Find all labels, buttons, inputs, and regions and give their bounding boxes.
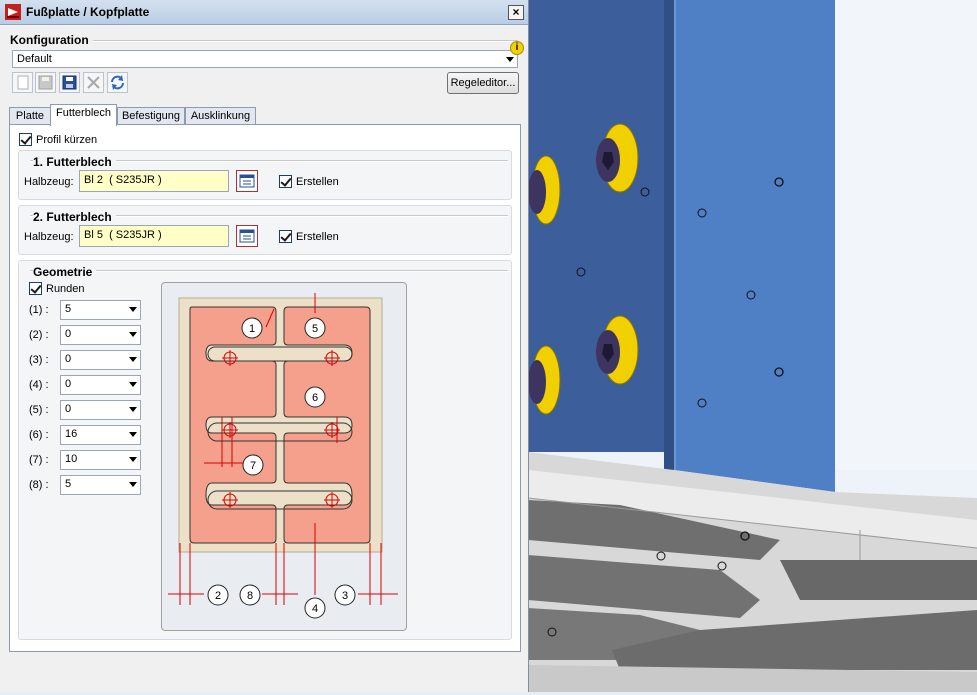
erstellen2-label: Erstellen: [296, 231, 339, 243]
halbzeug1-field[interactable]: Bl 2 ( S235JR ): [79, 170, 229, 192]
refresh-icon: [111, 75, 124, 90]
runden-label: Runden: [46, 283, 85, 295]
runden-checkbox[interactable]: [29, 282, 42, 295]
tab-ausklinkung[interactable]: Ausklinkung: [185, 107, 256, 125]
param-value-6: 16: [65, 428, 78, 440]
halbzeug2-label: Halbzeug:: [24, 231, 74, 243]
refresh-button[interactable]: [107, 72, 128, 93]
geometry-diagram-frame: 1 2 3 4 5 6 7 8: [161, 282, 407, 631]
param-label-8: (8) :: [29, 479, 49, 491]
param-select-2[interactable]: 0: [60, 325, 141, 345]
param-select-6[interactable]: 16: [60, 425, 141, 445]
futterblech2-title: 2. Futterblech: [33, 210, 116, 224]
param-label-5: (5) :: [29, 404, 49, 416]
callout-number-8: 8: [247, 590, 253, 602]
chevron-down-icon: [129, 457, 137, 462]
futterblech-diagram: 1 2 3 4 5 6 7 8: [168, 293, 398, 619]
param-label-3: (3) :: [29, 354, 49, 366]
param-value-1: 5: [65, 303, 72, 315]
callout-number-7: 7: [250, 460, 256, 472]
konfig-label: Konfiguration: [10, 33, 93, 47]
param-select-8[interactable]: 5: [60, 475, 141, 495]
chevron-down-icon: [506, 57, 514, 62]
info-icon[interactable]: i: [510, 41, 524, 55]
halbzeug1-value: Bl 2 ( S235JR ): [84, 174, 162, 186]
app-icon: [5, 4, 21, 20]
save-as-icon: [62, 75, 77, 90]
profil-kuerzen-checkbox[interactable]: [19, 133, 32, 146]
title-bar[interactable]: Fußplatte / Kopfplatte ×: [0, 0, 528, 25]
param-select-4[interactable]: 0: [60, 375, 141, 395]
halbzeug1-library-button[interactable]: [236, 170, 258, 192]
chevron-down-icon: [129, 382, 137, 387]
param-label-2: (2) :: [29, 329, 49, 341]
param-value-2: 0: [65, 328, 72, 340]
callout-number-3: 3: [342, 590, 348, 602]
param-label-4: (4) :: [29, 379, 49, 391]
chevron-down-icon: [129, 307, 137, 312]
geometrie-title: Geometrie: [33, 265, 97, 279]
chevron-down-icon: [129, 482, 137, 487]
tab-platte[interactable]: Platte: [9, 107, 51, 125]
param-select-7[interactable]: 10: [60, 450, 141, 470]
chevron-down-icon: [129, 432, 137, 437]
regeleditor-button[interactable]: Regeleditor...: [447, 72, 519, 94]
dialog-window: Fußplatte / Kopfplatte × Konfiguration D…: [0, 0, 529, 692]
konfiguration-value: Default: [17, 53, 52, 65]
param-label-7: (7) :: [29, 454, 49, 466]
param-value-5: 0: [65, 403, 72, 415]
steel-plate-front: [674, 0, 835, 492]
close-button[interactable]: ×: [508, 5, 524, 20]
new-button[interactable]: [12, 72, 33, 93]
erstellen2-checkbox[interactable]: [279, 230, 292, 243]
window-title: Fußplatte / Kopfplatte: [26, 5, 150, 19]
param-value-7: 10: [65, 453, 78, 465]
erstellen1-label: Erstellen: [296, 176, 339, 188]
callout-number-1: 1: [249, 323, 255, 335]
param-value-8: 5: [65, 478, 72, 490]
halbzeug2-value: Bl 5 ( S235JR ): [84, 229, 162, 241]
save-icon: [38, 75, 53, 90]
callout-number-6: 6: [312, 392, 318, 404]
konfiguration-select[interactable]: Default: [12, 50, 518, 68]
tab-befestigung[interactable]: Befestigung: [117, 107, 185, 125]
param-label-1: (1) :: [29, 304, 49, 316]
geometrie-divider: [30, 270, 508, 272]
param-value-3: 0: [65, 353, 72, 365]
tab-futterblech[interactable]: Futterblech: [50, 104, 117, 126]
param-value-4: 0: [65, 378, 72, 390]
catalog-icon: [239, 229, 255, 243]
param-select-5[interactable]: 0: [60, 400, 141, 420]
catalog-icon: [239, 174, 255, 188]
futterblech1-title: 1. Futterblech: [33, 155, 116, 169]
delete-icon: [87, 76, 100, 89]
callout-number-5: 5: [312, 323, 318, 335]
halbzeug2-library-button[interactable]: [236, 225, 258, 247]
callout-number-4: 4: [312, 603, 318, 615]
chevron-down-icon: [129, 332, 137, 337]
param-select-3[interactable]: 0: [60, 350, 141, 370]
erstellen1-checkbox[interactable]: [279, 175, 292, 188]
chevron-down-icon: [129, 407, 137, 412]
halbzeug1-label: Halbzeug:: [24, 176, 74, 188]
halbzeug2-field[interactable]: Bl 5 ( S235JR ): [79, 225, 229, 247]
callout-number-2: 2: [215, 590, 221, 602]
param-select-1[interactable]: 5: [60, 300, 141, 320]
chevron-down-icon: [129, 357, 137, 362]
delete-button[interactable]: [83, 72, 104, 93]
save-button[interactable]: [35, 72, 56, 93]
save-as-button[interactable]: [59, 72, 80, 93]
new-icon: [17, 75, 29, 90]
profil-kuerzen-label: Profil kürzen: [36, 134, 98, 146]
param-label-6: (6) :: [29, 429, 49, 441]
